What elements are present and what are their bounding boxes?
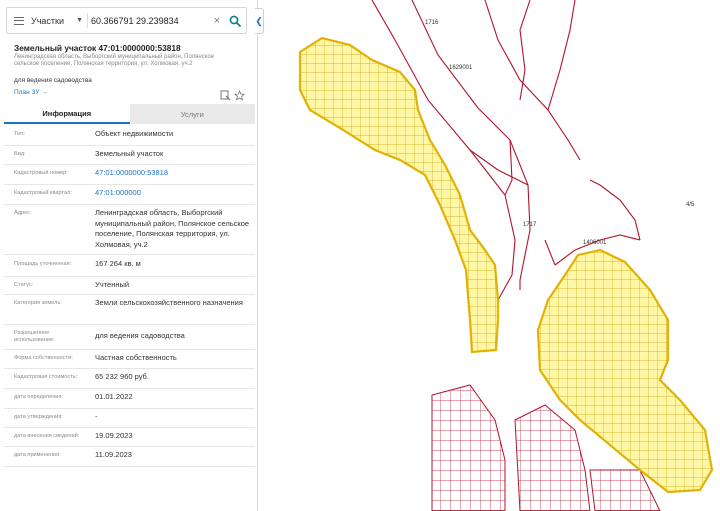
info-value: Земли сельскохозяйственного назначения — [95, 298, 243, 307]
info-label: Кадастровый номер: — [14, 170, 68, 176]
info-row: Кадастровый квартал: 47:01:000000 — [4, 185, 255, 205]
info-label: Форма собственности: — [14, 355, 73, 361]
info-value: 65 232 960 руб. — [95, 372, 149, 381]
search-button[interactable] — [224, 15, 246, 27]
info-value: для ведения садоводства — [95, 331, 185, 340]
search-bar: Участки ▼ 60.366791 29.239834 × — [6, 7, 247, 34]
info-value: 167 264 кв. м — [95, 259, 141, 268]
info-row: Разрешенное использование: для ведения с… — [4, 325, 255, 350]
info-label: Площадь уточненная: — [14, 261, 72, 267]
info-label: Статус: — [14, 282, 34, 288]
info-label: Категория земель: — [14, 300, 62, 306]
chevron-left-icon[interactable]: ❮ — [255, 8, 264, 34]
info-row: Кадастровый номер: 47:01:0000000:53818 — [4, 165, 255, 185]
info-row: дата определения: 01.01.2022 — [4, 389, 255, 409]
info-row: Статус: Учтенный — [4, 277, 255, 295]
plan-link[interactable]: План ЗУ → — [14, 89, 48, 96]
menu-icon[interactable] — [7, 8, 31, 33]
info-label: Адрес: — [14, 210, 32, 216]
parcel-title: Земельный участок 47:01:0000000:53818 — [14, 43, 181, 53]
map-label-4-5: 4/5 — [686, 202, 695, 208]
info-value: Объект недвижимости — [95, 129, 174, 138]
map-label-1716: 1716 — [425, 20, 439, 26]
info-row: Тип: Объект недвижимости — [4, 126, 255, 146]
info-row: Адрес: Ленинградская область, Выборгский… — [4, 205, 255, 255]
info-label: Разрешенное использование: — [14, 330, 55, 343]
parcel-purpose: для ведения садоводства — [14, 77, 92, 84]
info-value: Земельный участок — [95, 149, 164, 158]
info-row: Площадь уточненная: 167 264 кв. м — [4, 255, 255, 277]
cadastral-quarter-link[interactable]: 47:01:000000 — [95, 188, 250, 199]
info-row: Кадастровая стоимость: 65 232 960 руб. — [4, 369, 255, 389]
info-value: Учтенный — [95, 280, 130, 289]
info-row: дата применения: 11.09.2023 — [4, 447, 255, 467]
info-label: дата определения: — [14, 394, 64, 400]
chevron-down-icon: ▼ — [76, 17, 83, 24]
cadastral-number-link[interactable]: 47:01:0000000:53818 — [95, 168, 250, 179]
info-value: 11.09.2023 — [95, 450, 132, 459]
tab-services[interactable]: Услуги — [129, 104, 255, 124]
info-label: Кадастровая стоимость: — [14, 374, 78, 380]
info-value: 01.01.2022 — [95, 392, 133, 401]
info-row: Форма собственности: Частная собственнос… — [4, 350, 255, 369]
map-label-1717: 1717 — [523, 222, 537, 228]
selected-parcel[interactable] — [298, 36, 500, 354]
info-row: дата утверждения: - — [4, 409, 255, 428]
info-row: Вид: Земельный участок — [4, 146, 255, 165]
info-label: дата применения: — [14, 452, 61, 458]
info-panel: Участки ▼ 60.366791 29.239834 × Земельны… — [0, 0, 258, 511]
info-value: Частная собственность — [95, 353, 177, 362]
info-value: 19.09.2023 — [95, 431, 133, 440]
panel-tabs: Информация Услуги — [4, 104, 255, 124]
search-type-label: Участки — [31, 15, 64, 26]
search-input[interactable]: 60.366791 29.239834 — [91, 16, 210, 26]
info-label: Кадастровый квартал: — [14, 190, 72, 196]
info-value: - — [95, 412, 98, 421]
info-label: дата утверждения: — [14, 414, 63, 420]
clear-search-button[interactable]: × — [210, 15, 224, 27]
info-row: дата внесения сведений: 19.09.2023 — [4, 428, 255, 447]
search-icon — [229, 15, 241, 27]
info-value: Ленинградская область, Выборгский муници… — [95, 208, 250, 249]
search-type-select[interactable]: Участки ▼ — [31, 16, 87, 26]
search-divider — [87, 13, 88, 28]
parcel-address-summary: Ленинградская область, Выборгский муници… — [14, 54, 215, 68]
tab-information[interactable]: Информация — [4, 104, 130, 124]
map-label-1406001: 1406001 — [583, 240, 607, 246]
info-row: Категория земель: Земли сельскохозяйстве… — [4, 295, 255, 325]
map-label-1629001: 1629001 — [449, 65, 473, 71]
info-label: Вид: — [14, 151, 26, 157]
info-label: Тип: — [14, 131, 25, 137]
info-label: дата внесения сведений: — [14, 433, 80, 439]
